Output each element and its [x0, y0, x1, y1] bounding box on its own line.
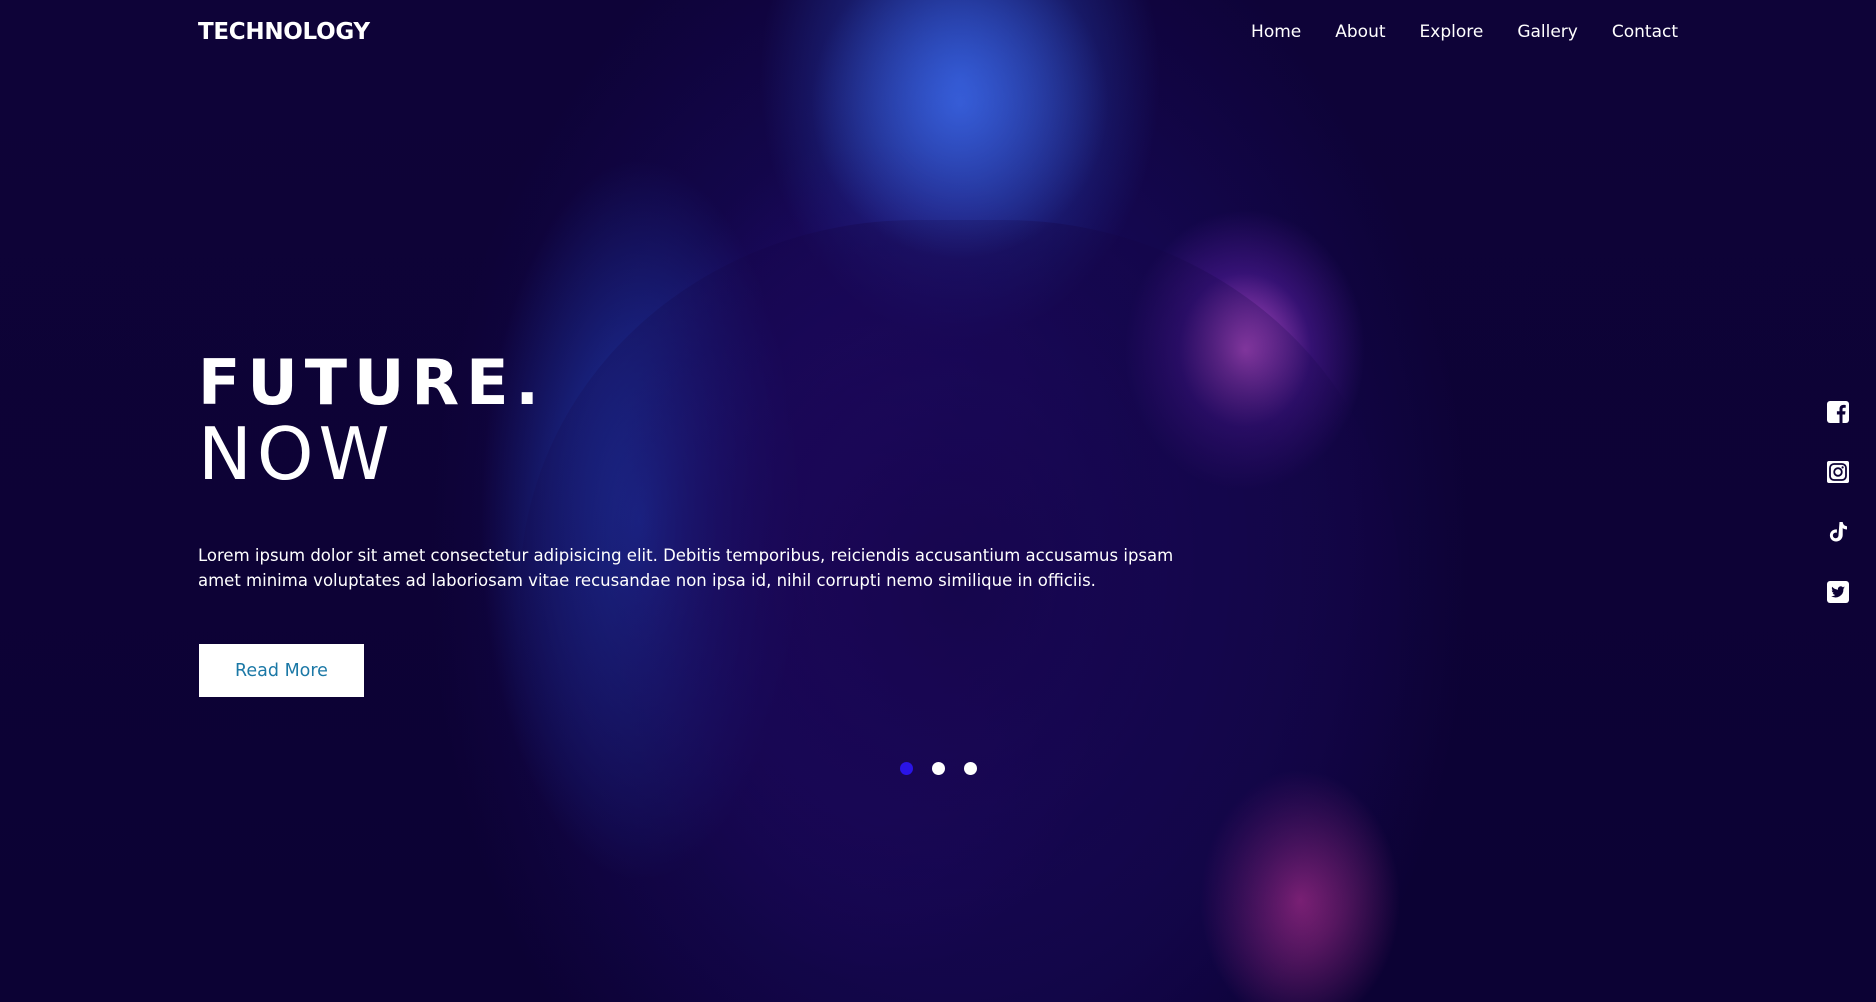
hero-headline-line1: FUTURE. — [198, 346, 546, 419]
instagram-icon[interactable] — [1826, 460, 1850, 484]
slider-dots — [900, 762, 977, 775]
tiktok-icon[interactable] — [1826, 520, 1850, 544]
hero-figure-silhouette — [520, 220, 1400, 1002]
hero-headline-line2: NOW — [198, 412, 395, 496]
slider-dot-1[interactable] — [900, 762, 913, 775]
nav-link-contact[interactable]: Contact — [1612, 22, 1678, 42]
nav-link-gallery[interactable]: Gallery — [1517, 22, 1578, 42]
hero-description: Lorem ipsum dolor sit amet consectetur a… — [198, 546, 1174, 590]
hero-headline: FUTURE. NOW — [198, 346, 546, 496]
nav-link-home[interactable]: Home — [1251, 22, 1301, 42]
brand-logo[interactable]: TECHNOLOGY — [198, 19, 370, 45]
hero-background-image — [0, 0, 1876, 1002]
read-more-button[interactable]: Read More — [199, 644, 364, 697]
slider-dot-2[interactable] — [932, 762, 945, 775]
twitter-icon[interactable] — [1826, 580, 1850, 604]
social-links — [1826, 400, 1850, 604]
nav-link-explore[interactable]: Explore — [1420, 22, 1484, 42]
slider-dot-3[interactable] — [964, 762, 977, 775]
top-navigation: TECHNOLOGY Home About Explore Gallery Co… — [0, 0, 1876, 64]
nav-link-about[interactable]: About — [1335, 22, 1385, 42]
facebook-icon[interactable] — [1826, 400, 1850, 424]
nav-links: Home About Explore Gallery Contact — [1251, 22, 1678, 42]
